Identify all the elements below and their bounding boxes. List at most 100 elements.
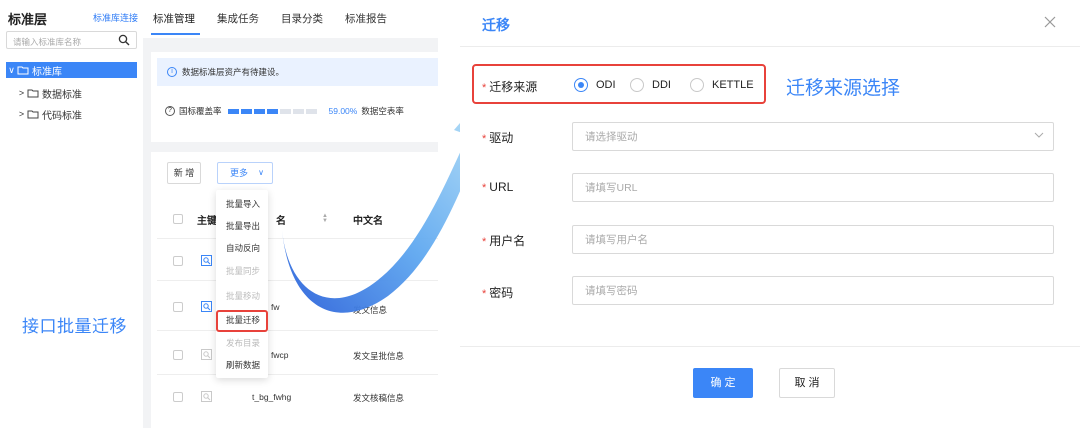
- required-mark: *: [482, 182, 487, 194]
- menu-item-batch-move: 批量移动: [226, 291, 261, 301]
- required-mark: *: [482, 236, 487, 248]
- add-button[interactable]: 新 增: [167, 162, 201, 184]
- select-all-checkbox[interactable]: [173, 214, 183, 224]
- row-checkbox[interactable]: [173, 302, 183, 312]
- tab-catalog[interactable]: 目录分类: [281, 11, 323, 26]
- sort-icon[interactable]: ▲ ▼: [322, 213, 328, 224]
- view-detail-icon[interactable]: [201, 391, 212, 402]
- row-checkbox[interactable]: [173, 392, 183, 402]
- chevron-down-icon[interactable]: ∨: [6, 65, 17, 76]
- folder-icon: [17, 66, 29, 75]
- row-chinese-name: 发文核稿信息: [353, 393, 405, 403]
- row-name: fw: [271, 302, 280, 312]
- migration-dialog: 迁移 *迁移来源 ODI DDI KETTLE 迁移来源选择 *驱动 *URL …: [460, 0, 1080, 428]
- row-checkbox[interactable]: [173, 256, 183, 266]
- progress-segment: [253, 108, 265, 114]
- driver-label-text: 驱动: [489, 131, 514, 145]
- dialog-footer-divider: [460, 346, 1080, 347]
- cancel-button[interactable]: 取 消: [779, 368, 835, 398]
- url-field[interactable]: [572, 173, 1054, 202]
- coverage-label: 国标覆盖率: [179, 106, 222, 116]
- tab-bar: 标准管理 集成任务 目录分类 标准报告: [143, 0, 438, 38]
- column-header-name: 名: [276, 216, 286, 227]
- radio-label: ODI: [596, 79, 616, 91]
- password-label-text: 密码: [489, 286, 514, 300]
- row-chinese-name: 发文信息: [353, 305, 388, 315]
- url-label: * URL: [482, 180, 513, 194]
- close-icon[interactable]: [1043, 15, 1057, 29]
- radio-dot[interactable]: [690, 78, 704, 92]
- tree-item-label: 标准库: [32, 66, 62, 78]
- radio-odi[interactable]: ODI: [574, 78, 616, 92]
- progress-segment: [305, 108, 317, 114]
- progress-segment: [279, 108, 291, 114]
- required-mark: *: [482, 133, 487, 145]
- radio-kettle[interactable]: KETTLE: [690, 78, 754, 92]
- menu-item-publish-catalog: 发布目录: [226, 338, 261, 348]
- divider: [157, 330, 438, 331]
- source-label-text: 迁移来源: [489, 80, 538, 94]
- row-name: t_bg_fwhg: [252, 392, 292, 402]
- divider: [157, 238, 438, 239]
- source-label: * 迁移来源: [482, 78, 537, 95]
- annotation-batch-migration: 接口批量迁移: [22, 317, 127, 336]
- url-label-text: URL: [489, 180, 514, 194]
- menu-item-batch-sync: 批量同步: [226, 266, 261, 276]
- menu-item-batch-import[interactable]: 批量导入: [216, 194, 268, 214]
- empty-table-rate-label: 数据空表率: [361, 106, 404, 116]
- radio-ddi[interactable]: DDI: [630, 78, 671, 92]
- radio-dot[interactable]: [574, 78, 588, 92]
- driver-label: * 驱动: [482, 129, 513, 146]
- row-checkbox[interactable]: [173, 350, 183, 360]
- tree-item-standard-library[interactable]: ∨ 标准库: [6, 62, 137, 78]
- chevron-right-icon[interactable]: >: [16, 88, 27, 98]
- divider: [157, 280, 438, 281]
- sidebar-header: 标准层 标准库连接: [8, 9, 138, 27]
- library-search-input[interactable]: [7, 34, 115, 50]
- tree-item-code-standard[interactable]: > 代码标准: [16, 106, 137, 122]
- menu-item-auto-reverse[interactable]: 自动反向: [216, 238, 268, 258]
- coverage-percent: 59.00%: [328, 106, 358, 116]
- active-tab-indicator: [151, 33, 200, 35]
- dialog-header-divider: [460, 46, 1080, 47]
- table-card: 新 增 更多 ∨ 主键 名 ▲ ▼ 中文名 fw 发文信息 fwcp 发文呈批信…: [151, 152, 438, 428]
- coverage-progress-bar: [227, 108, 317, 114]
- annotation-source-selection: 迁移来源选择: [786, 78, 901, 99]
- progress-segment: [240, 108, 252, 114]
- coverage-row: ? 国标覆盖率 59.00% 数据空表率: [165, 104, 438, 118]
- required-mark: *: [482, 288, 487, 300]
- confirm-button[interactable]: 确 定: [693, 368, 753, 398]
- dialog-title: 迁移: [482, 17, 510, 33]
- username-field[interactable]: [572, 225, 1054, 254]
- tree-item-label: 数据标准: [42, 89, 82, 101]
- progress-segment: [227, 108, 239, 114]
- search-icon[interactable]: [118, 34, 130, 46]
- progress-segment: [292, 108, 304, 114]
- sidebar: 标准层 标准库连接 ∨ 标准库 > 数据标准 > 代码标准 接口批量迁移: [0, 0, 142, 428]
- tab-standard-management[interactable]: 标准管理: [153, 11, 195, 26]
- password-field[interactable]: [572, 276, 1054, 305]
- menu-item-refresh-data[interactable]: 刷新数据: [216, 355, 268, 375]
- info-notice: i 数据标准层资产有待建设。: [157, 58, 438, 86]
- standard-library-link[interactable]: 标准库连接: [93, 11, 138, 24]
- tab-integration-task[interactable]: 集成任务: [217, 11, 259, 26]
- info-icon: i: [167, 67, 177, 77]
- chevron-right-icon[interactable]: >: [16, 109, 27, 119]
- tree-item-data-standard[interactable]: > 数据标准: [16, 85, 137, 101]
- radio-label: DDI: [652, 79, 671, 91]
- tab-standard-report[interactable]: 标准报告: [345, 11, 387, 26]
- view-detail-icon[interactable]: [201, 349, 212, 360]
- chevron-down-icon[interactable]: [1034, 130, 1044, 140]
- username-label: * 用户名: [482, 232, 525, 249]
- radio-label: KETTLE: [712, 79, 754, 91]
- driver-select[interactable]: [572, 122, 1054, 151]
- view-detail-icon[interactable]: [201, 301, 212, 312]
- menu-item-batch-export[interactable]: 批量导出: [216, 216, 268, 236]
- column-header-primary-key: 主键: [197, 216, 217, 227]
- more-button[interactable]: 更多 ∨: [217, 162, 273, 184]
- view-detail-icon[interactable]: [201, 255, 212, 266]
- overview-card: i 数据标准层资产有待建设。 ? 国标覆盖率 59.00% 数据空表率: [151, 52, 438, 142]
- required-mark: *: [482, 82, 487, 94]
- radio-dot[interactable]: [630, 78, 644, 92]
- progress-segment: [266, 108, 278, 114]
